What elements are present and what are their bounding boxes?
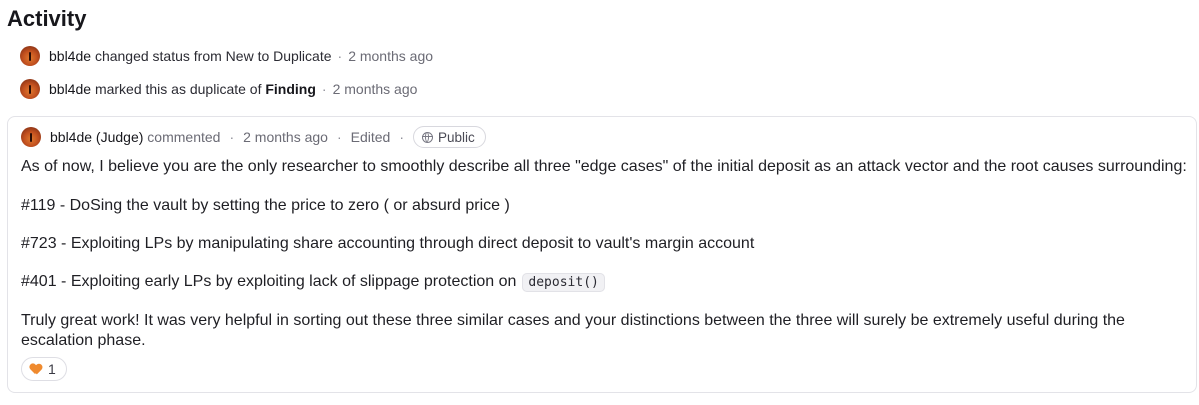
event-text: marked this as duplicate of <box>94 81 262 97</box>
activity-event-duplicate: bbl4de marked this as duplicate of Findi… <box>20 77 417 101</box>
comment-item-723: #723 - Exploiting LPs by manipulating sh… <box>21 235 755 252</box>
dot-separator: · <box>229 129 235 145</box>
event-user[interactable]: bbl4de <box>49 81 91 97</box>
dot-separator: · <box>337 48 343 64</box>
visibility-label: Public <box>438 129 475 145</box>
dot-separator: · <box>336 129 342 145</box>
comment-item-119: #119 - DoSing the vault by setting the p… <box>21 197 510 214</box>
avatar[interactable] <box>20 79 40 99</box>
inline-code: deposit() <box>522 273 605 292</box>
visibility-badge[interactable]: Public <box>413 126 486 148</box>
dot-separator: · <box>321 81 327 97</box>
reaction-button[interactable]: 1 <box>21 357 67 381</box>
comment-card: bbl4de (Judge) commented · 2 months ago … <box>7 116 1197 393</box>
globe-icon <box>422 131 434 143</box>
comment-header: bbl4de (Judge) commented · 2 months ago … <box>21 126 486 148</box>
activity-event-status-change: bbl4de changed status from New to Duplic… <box>20 44 433 68</box>
comment-closing: Truly great work! It was very helpful in… <box>21 312 1125 349</box>
comment-action: commented <box>147 129 221 145</box>
comment-item-401-text: #401 - Exploiting early LPs by exploitin… <box>21 273 517 290</box>
event-time: 2 months ago <box>332 81 418 97</box>
comment-time: 2 months ago <box>243 129 328 145</box>
finding-link[interactable]: Finding <box>265 81 316 97</box>
comment-item-401: #401 - Exploiting early LPs by exploitin… <box>21 272 605 293</box>
avatar[interactable] <box>20 46 40 66</box>
comment-author[interactable]: bbl4de (Judge) <box>50 129 143 145</box>
dot-separator: · <box>399 129 405 145</box>
reaction-count: 1 <box>48 361 56 377</box>
event-user[interactable]: bbl4de <box>49 48 91 64</box>
edited-label[interactable]: Edited <box>351 129 391 145</box>
page-title: Activity <box>7 6 87 31</box>
orange-heart-icon <box>30 364 42 375</box>
event-text: changed status from New to Duplicate <box>94 48 332 64</box>
avatar[interactable] <box>21 127 41 147</box>
comment-intro: As of now, I believe you are the only re… <box>21 158 1187 175</box>
event-time: 2 months ago <box>348 48 434 64</box>
